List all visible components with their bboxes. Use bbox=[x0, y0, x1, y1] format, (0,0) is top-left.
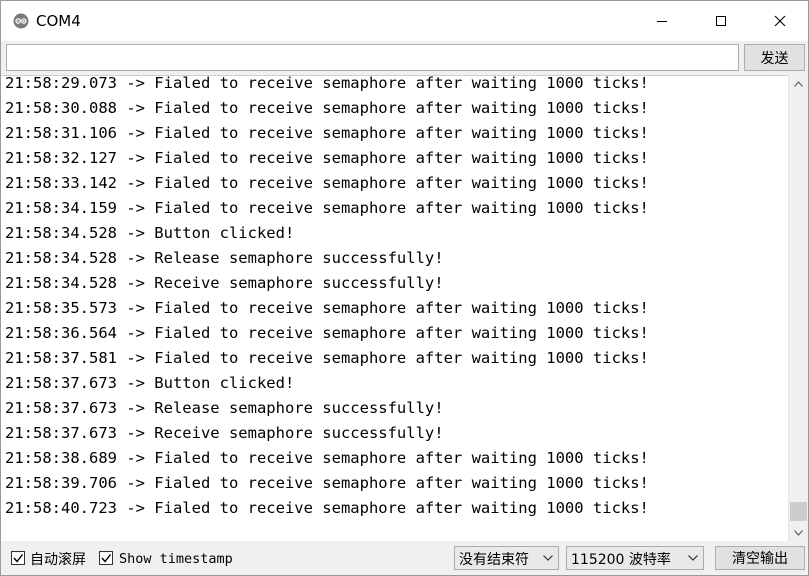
scroll-thumb[interactable] bbox=[790, 502, 807, 521]
line-ending-select[interactable]: 没有结束符 bbox=[454, 546, 559, 570]
send-button[interactable]: 发送 bbox=[744, 44, 805, 71]
chevron-up-icon bbox=[794, 80, 803, 87]
output-line: 21:58:37.673 -> Release semaphore succes… bbox=[5, 399, 444, 417]
output-line: 21:58:35.573 -> Fialed to receive semaph… bbox=[5, 299, 649, 317]
output-line: 21:58:37.581 -> Fialed to receive semaph… bbox=[5, 349, 649, 367]
checkmark-icon bbox=[13, 554, 24, 563]
output-line: 21:58:29.073 -> Fialed to receive semaph… bbox=[5, 75, 649, 92]
output-line: 21:58:30.088 -> Fialed to receive semaph… bbox=[5, 99, 649, 117]
output-line: 21:58:36.564 -> Fialed to receive semaph… bbox=[5, 324, 649, 342]
close-icon bbox=[774, 15, 786, 27]
title-bar[interactable]: COM4 bbox=[1, 1, 808, 41]
output-line: 21:58:37.673 -> Receive semaphore succes… bbox=[5, 424, 444, 442]
output-line: 21:58:34.528 -> Release semaphore succes… bbox=[5, 249, 444, 267]
chevron-down-icon bbox=[794, 529, 803, 536]
serial-output[interactable]: 21:58:29.073 -> Fialed to receive semaph… bbox=[1, 75, 788, 541]
autoscroll-label: 自动滚屏 bbox=[30, 552, 86, 568]
clear-output-button[interactable]: 清空输出 bbox=[715, 546, 805, 570]
send-input[interactable] bbox=[6, 44, 739, 71]
output-line: 21:58:34.528 -> Receive semaphore succes… bbox=[5, 274, 444, 292]
output-line: 21:58:37.673 -> Button clicked! bbox=[5, 374, 295, 392]
vertical-scrollbar[interactable] bbox=[788, 75, 808, 541]
line-ending-value: 没有结束符 bbox=[459, 552, 529, 568]
output-line: 21:58:31.106 -> Fialed to receive semaph… bbox=[5, 124, 649, 142]
chevron-down-icon bbox=[688, 555, 698, 561]
autoscroll-checkbox[interactable] bbox=[11, 551, 25, 565]
minimize-icon bbox=[657, 21, 667, 22]
maximize-button[interactable] bbox=[698, 1, 744, 41]
scroll-down-button[interactable] bbox=[789, 524, 808, 541]
close-button[interactable] bbox=[757, 1, 803, 41]
minimize-button[interactable] bbox=[639, 1, 685, 41]
serial-monitor-window: COM4 发送 21:58:29.073 -> Fialed to receiv… bbox=[0, 0, 809, 576]
arduino-logo-icon bbox=[13, 13, 29, 29]
chevron-down-icon bbox=[543, 555, 553, 561]
output-line: 21:58:34.528 -> Button clicked! bbox=[5, 224, 295, 242]
output-line: 21:58:40.723 -> Fialed to receive semaph… bbox=[5, 499, 649, 517]
output-line: 21:58:39.706 -> Fialed to receive semaph… bbox=[5, 474, 649, 492]
output-line: 21:58:32.127 -> Fialed to receive semaph… bbox=[5, 149, 649, 167]
status-bar: 自动滚屏 Show timestamp 没有结束符 115200 波特率 清空输… bbox=[1, 541, 808, 575]
show-timestamp-label: Show timestamp bbox=[119, 551, 233, 567]
show-timestamp-checkbox[interactable] bbox=[99, 551, 113, 565]
scroll-up-button[interactable] bbox=[789, 75, 808, 92]
baud-rate-value: 115200 波特率 bbox=[571, 552, 671, 568]
checkmark-icon bbox=[101, 554, 112, 563]
output-line: 21:58:33.142 -> Fialed to receive semaph… bbox=[5, 174, 649, 192]
output-line: 21:58:34.159 -> Fialed to receive semaph… bbox=[5, 199, 649, 217]
baud-rate-select[interactable]: 115200 波特率 bbox=[566, 546, 704, 570]
output-line: 21:58:38.689 -> Fialed to receive semaph… bbox=[5, 449, 649, 467]
maximize-icon bbox=[716, 16, 726, 26]
send-row: 发送 bbox=[1, 41, 808, 75]
window-title: COM4 bbox=[36, 12, 81, 30]
output-lines: 21:58:29.073 -> Fialed to receive semaph… bbox=[5, 75, 649, 521]
